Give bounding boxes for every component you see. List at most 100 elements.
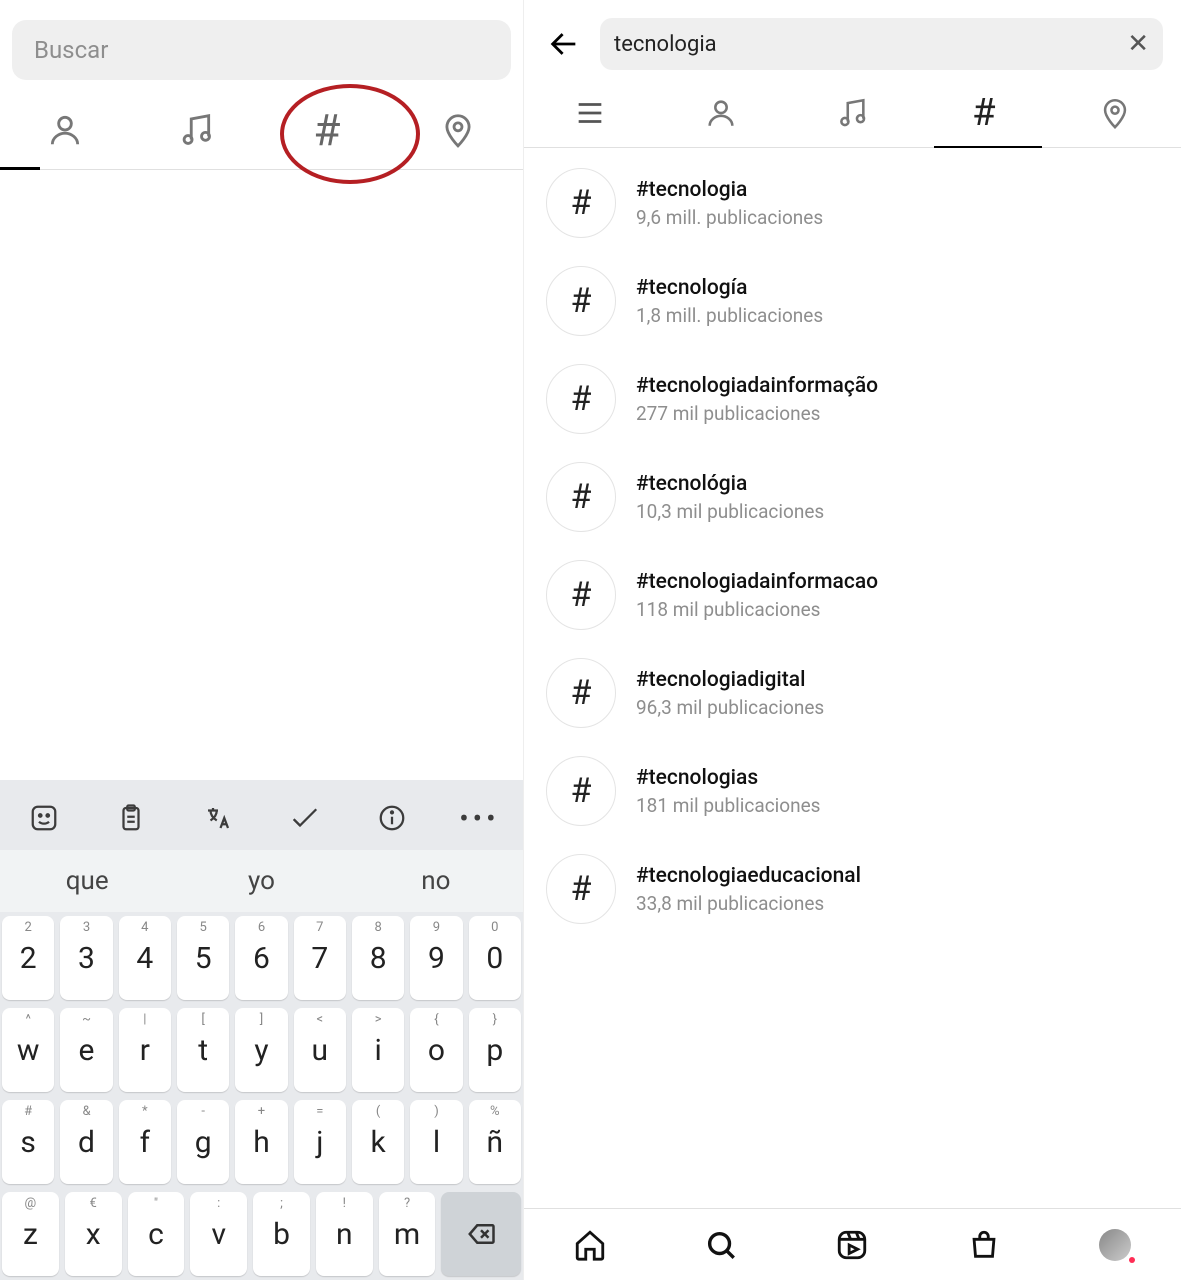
- key-x[interactable]: €x: [65, 1192, 122, 1276]
- tab-hashtag-active[interactable]: #: [954, 83, 1014, 143]
- empty-area: [0, 170, 523, 780]
- key-m[interactable]: ?m: [379, 1192, 436, 1276]
- hashtag-result[interactable]: ##tecnologiaeducacional33,8 mil publicac…: [524, 840, 1181, 938]
- nav-shop[interactable]: [967, 1228, 1001, 1262]
- tab-people[interactable]: [35, 100, 95, 160]
- key-5[interactable]: 55: [177, 916, 229, 1000]
- search-input-left[interactable]: Buscar: [12, 20, 511, 80]
- person-icon: [704, 96, 738, 130]
- suggestion[interactable]: yo: [174, 866, 348, 896]
- hashtag-result[interactable]: # #tecnologiadainformação277 mil publicac…: [524, 350, 1181, 448]
- result-text: #tecnologiadigital96,3 mil publicaciones: [636, 668, 824, 719]
- key-r[interactable]: |r: [119, 1008, 171, 1092]
- keyboard: ••• que yo no 223344556677889900 ^w~e|r[…: [0, 780, 523, 1280]
- key-7[interactable]: 77: [294, 916, 346, 1000]
- nav-search[interactable]: [704, 1228, 738, 1262]
- hash-icon: #: [546, 266, 616, 336]
- translate-icon[interactable]: [203, 803, 233, 833]
- key-9[interactable]: 99: [410, 916, 462, 1000]
- check-icon[interactable]: [290, 803, 320, 833]
- result-text: #tecnologiadainformacao 118 mil publicaci…: [636, 570, 878, 621]
- tab-audio[interactable]: [822, 83, 882, 143]
- key-y[interactable]: ]y: [235, 1008, 287, 1092]
- key-i[interactable]: >i: [352, 1008, 404, 1092]
- result-text: #tecnologias181 mil publicaciones: [636, 766, 820, 817]
- tab-audio[interactable]: [166, 100, 226, 160]
- search-input-right[interactable]: tecnologia ✕: [600, 18, 1163, 70]
- nav-reels[interactable]: [835, 1228, 869, 1262]
- result-text: #tecnologiaeducacional33,8 mil publicaci…: [636, 864, 861, 915]
- search-value: tecnologia: [614, 32, 717, 57]
- key-t[interactable]: [t: [177, 1008, 229, 1092]
- active-tab-underline: [0, 167, 40, 170]
- sticker-icon[interactable]: [29, 803, 59, 833]
- key-g[interactable]: -g: [177, 1100, 229, 1184]
- key-k[interactable]: (k: [352, 1100, 404, 1184]
- home-icon: [573, 1228, 607, 1262]
- search-icon: [704, 1228, 738, 1262]
- key-n[interactable]: !n: [316, 1192, 373, 1276]
- active-tab-underline: [934, 146, 1042, 148]
- result-subtitle: 9,6 mill. publicaciones: [636, 206, 823, 229]
- key-h[interactable]: +h: [235, 1100, 287, 1184]
- key-s[interactable]: #s: [2, 1100, 54, 1184]
- key-4[interactable]: 44: [119, 916, 171, 1000]
- clear-icon[interactable]: ✕: [1127, 29, 1149, 59]
- result-title: #tecnologiadainformacao: [636, 570, 878, 594]
- key-6[interactable]: 66: [235, 916, 287, 1000]
- key-3[interactable]: 33: [60, 916, 112, 1000]
- key-o[interactable]: {o: [410, 1008, 462, 1092]
- more-icon[interactable]: •••: [464, 803, 494, 833]
- keyboard-row-3: #s&d*f-g+h=j(k)l%ñ: [0, 1096, 523, 1188]
- key-p[interactable]: }p: [469, 1008, 521, 1092]
- tab-people[interactable]: [691, 83, 751, 143]
- hash-icon: #: [546, 364, 616, 434]
- clipboard-icon[interactable]: [116, 803, 146, 833]
- nav-home[interactable]: [573, 1228, 607, 1262]
- result-text: #tecnológia10,3 mil publicaciones: [636, 472, 824, 523]
- info-icon[interactable]: [377, 803, 407, 833]
- left-pane: Buscar # ••• que yo no 2: [0, 0, 524, 1280]
- nav-profile[interactable]: [1098, 1228, 1132, 1262]
- key-ñ[interactable]: %ñ: [469, 1100, 521, 1184]
- key-e[interactable]: ~e: [60, 1008, 112, 1092]
- key-f[interactable]: *f: [119, 1100, 171, 1184]
- suggestion[interactable]: que: [0, 866, 174, 896]
- hash-icon: #: [546, 756, 616, 826]
- hashtag-result[interactable]: ##tecnologiadainformacao118 mil publicac…: [524, 546, 1181, 644]
- key-d[interactable]: &d: [60, 1100, 112, 1184]
- key-8[interactable]: 88: [352, 916, 404, 1000]
- tabs-left: #: [0, 90, 523, 170]
- right-header: tecnologia ✕: [524, 0, 1181, 78]
- key-w[interactable]: ^w: [2, 1008, 54, 1092]
- tab-places[interactable]: [1085, 83, 1145, 143]
- hashtag-result[interactable]: ##tecnología1,8 mill. publicaciones: [524, 252, 1181, 350]
- hashtag-result[interactable]: ##tecnologiadigital96,3 mil publicacione…: [524, 644, 1181, 742]
- key-b[interactable]: ;b: [253, 1192, 310, 1276]
- result-subtitle: 118 mil publicaciones: [636, 598, 878, 621]
- tab-hashtag[interactable]: #: [297, 100, 357, 160]
- hashtag-result[interactable]: # #tecnologias181 mil publicaciones: [524, 742, 1181, 840]
- key-2[interactable]: 22: [2, 916, 54, 1000]
- bottom-nav: [524, 1208, 1181, 1280]
- tab-places[interactable]: [428, 100, 488, 160]
- result-text: #tecnologiadainformação277 mil publicaci…: [636, 374, 878, 425]
- key-l[interactable]: )l: [410, 1100, 462, 1184]
- hashtag-result[interactable]: ##tecnologia9,6 mill. publicaciones: [524, 154, 1181, 252]
- reels-icon: [835, 1228, 869, 1262]
- location-icon: [439, 111, 477, 149]
- key-u[interactable]: <u: [294, 1008, 346, 1092]
- key-backspace[interactable]: [441, 1192, 521, 1276]
- keyboard-toolbar: •••: [0, 786, 523, 850]
- key-0[interactable]: 00: [469, 916, 521, 1000]
- tab-menu[interactable]: [560, 83, 620, 143]
- key-c[interactable]: "c: [128, 1192, 185, 1276]
- result-title: #tecnologiadigital: [636, 668, 824, 692]
- key-v[interactable]: :v: [190, 1192, 247, 1276]
- back-button[interactable]: [542, 22, 586, 66]
- suggestion[interactable]: no: [349, 866, 523, 896]
- key-z[interactable]: @z: [2, 1192, 59, 1276]
- music-icon: [835, 96, 869, 130]
- hashtag-result[interactable]: ##tecnológia10,3 mil publicaciones: [524, 448, 1181, 546]
- key-j[interactable]: =j: [294, 1100, 346, 1184]
